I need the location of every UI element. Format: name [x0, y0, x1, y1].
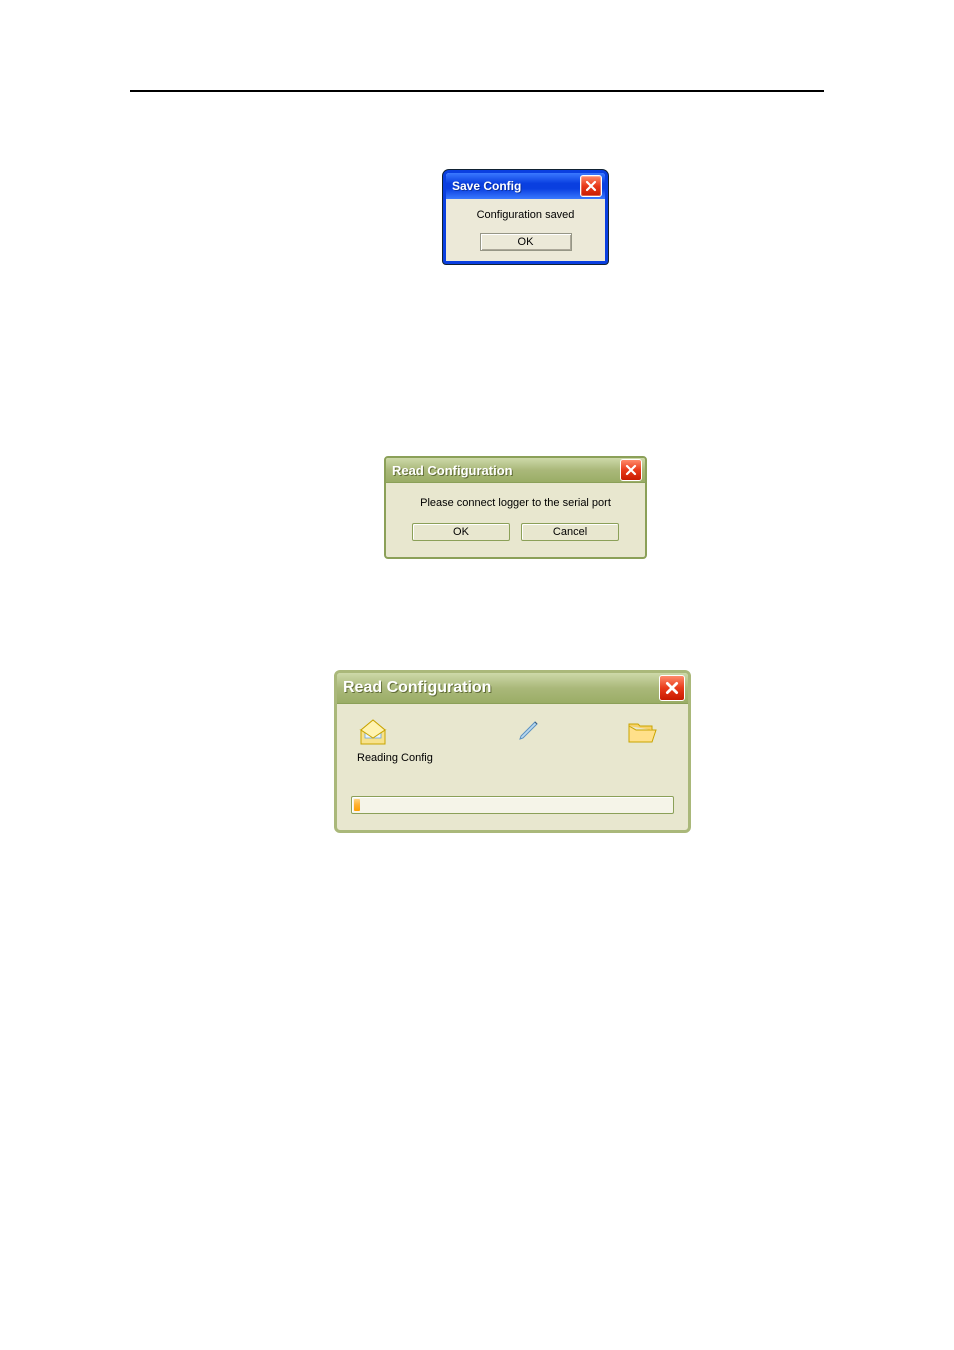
status-text: Reading Config — [357, 752, 433, 764]
titlebar[interactable]: Read Configuration — [386, 458, 645, 483]
ok-button[interactable]: OK — [412, 523, 510, 541]
progress-bar — [351, 796, 674, 814]
dialog-title: Read Configuration — [343, 679, 491, 697]
envelope-open-icon — [357, 716, 389, 748]
close-button[interactable] — [620, 459, 642, 481]
progress-fill — [354, 799, 360, 811]
cancel-button[interactable]: Cancel — [521, 523, 619, 541]
read-configuration-prompt-dialog: Read Configuration Please connect logger… — [384, 456, 647, 559]
pencil-icon — [517, 718, 541, 742]
dialog-message: Configuration saved — [452, 209, 599, 221]
horizontal-rule — [130, 90, 824, 92]
read-configuration-progress-dialog: Read Configuration Reading Config — [334, 670, 691, 833]
save-config-dialog: Save Config Configuration saved OK — [443, 170, 608, 264]
dialog-title: Read Configuration — [392, 463, 513, 478]
close-icon — [625, 464, 637, 476]
close-button[interactable] — [580, 175, 602, 197]
titlebar[interactable]: Save Config — [446, 173, 605, 199]
dialog-body: Reading Config — [337, 704, 688, 830]
dialog-body: Configuration saved OK — [446, 199, 605, 261]
ok-button[interactable]: OK — [480, 233, 572, 251]
close-icon — [585, 180, 597, 192]
dialog-message: Please connect logger to the serial port — [396, 497, 635, 509]
titlebar[interactable]: Read Configuration — [337, 673, 688, 704]
dialog-title: Save Config — [452, 179, 521, 193]
folder-open-icon — [626, 716, 658, 748]
close-icon — [665, 681, 679, 695]
dialog-body: Please connect logger to the serial port… — [386, 483, 645, 557]
close-button[interactable] — [659, 675, 685, 701]
